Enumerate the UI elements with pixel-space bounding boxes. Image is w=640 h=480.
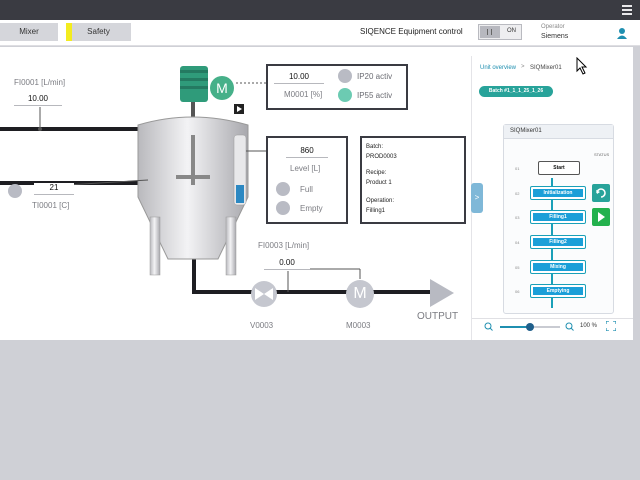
v0003-label: V0003 [250, 321, 274, 330]
step-label: Filling2 [533, 238, 583, 246]
step-initialization[interactable]: Initialization [530, 186, 586, 200]
batch-badge: Batch #1_1_1_25_1_26 [479, 86, 553, 97]
zoom-percent: 100 % [580, 323, 598, 329]
ip20-lamp [338, 69, 352, 83]
breadcrumb-separator: > [521, 64, 525, 70]
fullscreen-icon[interactable] [606, 321, 616, 331]
tab-safety[interactable]: Safety [66, 23, 131, 41]
step-label: Initialization [533, 189, 583, 197]
toggle-label: ON [507, 28, 516, 34]
play-icon[interactable] [592, 208, 610, 226]
recipe-value: Product 1 [366, 180, 392, 186]
step-filling1[interactable]: Filling1 [530, 210, 586, 224]
empty-lamp [276, 201, 290, 215]
user-icon[interactable] [616, 27, 628, 39]
step-index: 02 [515, 191, 520, 196]
step-index: 01 [515, 166, 520, 171]
top-bar [0, 0, 640, 20]
breadcrumb-current: SIQMixer01 [530, 65, 562, 71]
operator-label: Operator [541, 24, 565, 30]
step-start[interactable]: Start [538, 161, 580, 175]
operator-name: Siemens [541, 33, 569, 40]
safety-indicator [66, 23, 72, 41]
empty-label: Empty [300, 204, 323, 213]
output-label: OUTPUT [417, 311, 459, 322]
zoom-slider-track[interactable] [500, 323, 560, 331]
ip20-label: IP20 activ [357, 72, 393, 81]
step-label: Emptying [533, 287, 583, 295]
sequence-title: SIQMixer01 [510, 128, 542, 134]
ip55-lamp [338, 88, 352, 102]
toggle-knob [480, 26, 500, 38]
batch-value: PROD0003 [366, 154, 397, 160]
m0003-label: M0003 [346, 321, 371, 330]
play-icon[interactable] [234, 104, 244, 114]
full-label: Full [300, 185, 313, 194]
equipment-toggle[interactable]: ON [478, 24, 522, 40]
ip55-label: IP55 activ [357, 91, 393, 100]
m0001-status-box [266, 64, 408, 110]
fi0001-value: 10.00 [14, 94, 62, 106]
batch-label: Batch: [366, 144, 384, 150]
operation-value: Filling1 [366, 208, 386, 214]
fi0003-label: FI0003 [L/min] [258, 241, 310, 250]
step-label: Start [541, 164, 577, 172]
tab-mixer[interactable]: Mixer [0, 23, 58, 41]
level-value: 860 [286, 146, 328, 158]
motor-m0001-letter: M [216, 80, 228, 96]
cursor-icon [576, 57, 588, 75]
step-index: 05 [515, 265, 520, 270]
m0001-label: M0001 [%] [284, 90, 323, 99]
motor-m0003[interactable]: M [346, 280, 374, 308]
valve-icon[interactable] [250, 280, 278, 308]
ti0001-label: TI0001 [C] [32, 201, 70, 210]
level-label: Level [L] [290, 164, 321, 173]
step-label: Filling1 [533, 213, 583, 221]
step-index: 03 [515, 215, 520, 220]
zoom-slider-thumb[interactable] [526, 323, 534, 331]
equipment-title: SIQENCE Equipment control [360, 27, 463, 36]
breadcrumb-unit-overview[interactable]: Unit overview [480, 65, 516, 71]
zoom-out-icon[interactable] [484, 322, 493, 331]
fi0001-label: FI0001 [L/min] [14, 78, 66, 87]
step-filling2[interactable]: Filling2 [530, 235, 586, 249]
recipe-label: Recipe: [366, 170, 387, 176]
panel-collapse-tab[interactable]: > [471, 183, 483, 213]
zoom-in-icon[interactable] [565, 322, 574, 331]
status-label: STATUS [594, 152, 610, 157]
menu-icon[interactable] [622, 5, 632, 15]
step-mixing[interactable]: Mixing [530, 260, 586, 274]
step-label: Mixing [533, 263, 583, 271]
step-index: 06 [515, 289, 520, 294]
step-emptying[interactable]: Emptying [530, 284, 586, 298]
full-lamp [276, 182, 290, 196]
refresh-icon[interactable] [592, 184, 610, 202]
fi0003-value: 0.00 [264, 258, 310, 270]
arrow-right-icon [430, 279, 454, 307]
ti0001-lamp [8, 184, 22, 198]
m0001-value: 10.00 [274, 72, 324, 84]
operation-label: Operation: [366, 198, 395, 204]
step-index: 04 [515, 240, 520, 245]
ti0001-value: 21 [34, 183, 74, 195]
